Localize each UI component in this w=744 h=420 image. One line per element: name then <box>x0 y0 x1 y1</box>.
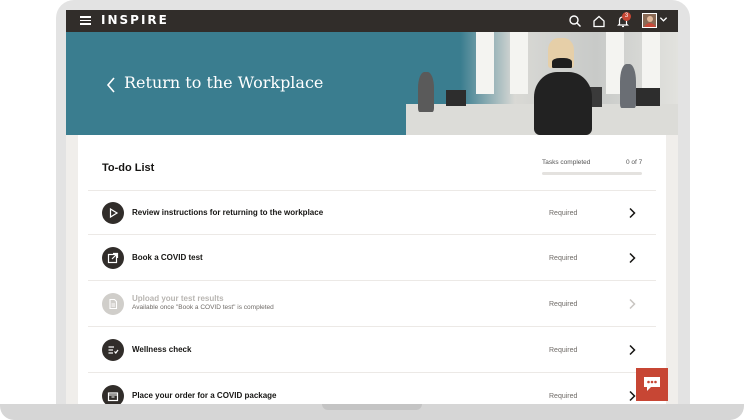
app-screen: INSPIRE 3 Return to the Workplace To-do … <box>66 10 678 404</box>
todo-item-title: Wellness check <box>132 345 192 354</box>
todo-title: To-do List <box>102 162 155 174</box>
todo-item-subtitle: Available once "Book a COVID test" is co… <box>132 304 274 311</box>
menu-icon[interactable] <box>80 16 91 25</box>
avatar[interactable] <box>642 13 657 28</box>
document-icon <box>102 293 124 315</box>
todo-item-title: Place your order for a COVID package <box>132 391 277 400</box>
brand-logo[interactable]: INSPIRE <box>101 13 169 27</box>
home-icon[interactable] <box>592 14 606 28</box>
tasks-completed-count: 0 of 7 <box>626 159 643 166</box>
package-icon <box>102 385 124 404</box>
chevron-down-icon[interactable] <box>659 15 668 24</box>
todo-item-status: Required <box>549 347 578 354</box>
todo-card: To-do List Tasks completed 0 of 7 Review… <box>78 135 666 404</box>
todo-item-status: Required <box>549 210 578 217</box>
notification-badge: 3 <box>622 12 631 21</box>
chevron-right-icon <box>629 390 636 402</box>
chevron-right-icon <box>629 207 636 219</box>
laptop-notch <box>322 404 422 410</box>
todo-item-status: Required <box>549 393 578 400</box>
hero-banner: Return to the Workplace <box>66 32 678 135</box>
chat-button[interactable] <box>636 368 668 401</box>
chevron-right-icon <box>629 252 636 264</box>
page-title: Return to the Workplace <box>124 73 324 92</box>
todo-item-title: Upload your test results <box>132 294 224 303</box>
todo-item-book-covid-test[interactable]: Book a COVID test Required <box>88 236 656 281</box>
external-link-icon <box>102 247 124 269</box>
todo-item-status: Required <box>549 255 578 262</box>
todo-item-title: Book a COVID test <box>132 253 203 262</box>
todo-item-title: Review instructions for returning to the… <box>132 208 324 217</box>
play-icon <box>102 202 124 224</box>
hero-photo <box>406 32 678 135</box>
todo-item-wellness-check[interactable]: Wellness check Required <box>88 328 656 373</box>
todo-item-review-instructions[interactable]: Review instructions for returning to the… <box>88 190 656 235</box>
todo-item-upload-test-results: Upload your test results Available once … <box>88 282 656 327</box>
chevron-right-icon <box>629 298 636 310</box>
tasks-progress-bar <box>542 172 642 175</box>
todo-item-status: Required <box>549 301 578 308</box>
top-nav: INSPIRE 3 <box>66 10 678 32</box>
chat-bubble-icon <box>644 377 660 391</box>
chevron-right-icon <box>629 344 636 356</box>
back-chevron-icon[interactable] <box>106 76 116 94</box>
tasks-completed-label: Tasks completed <box>542 159 591 166</box>
search-icon[interactable] <box>568 14 582 28</box>
checklist-icon <box>102 339 124 361</box>
todo-item-order-covid-package[interactable]: Place your order for a COVID package Req… <box>88 374 656 404</box>
